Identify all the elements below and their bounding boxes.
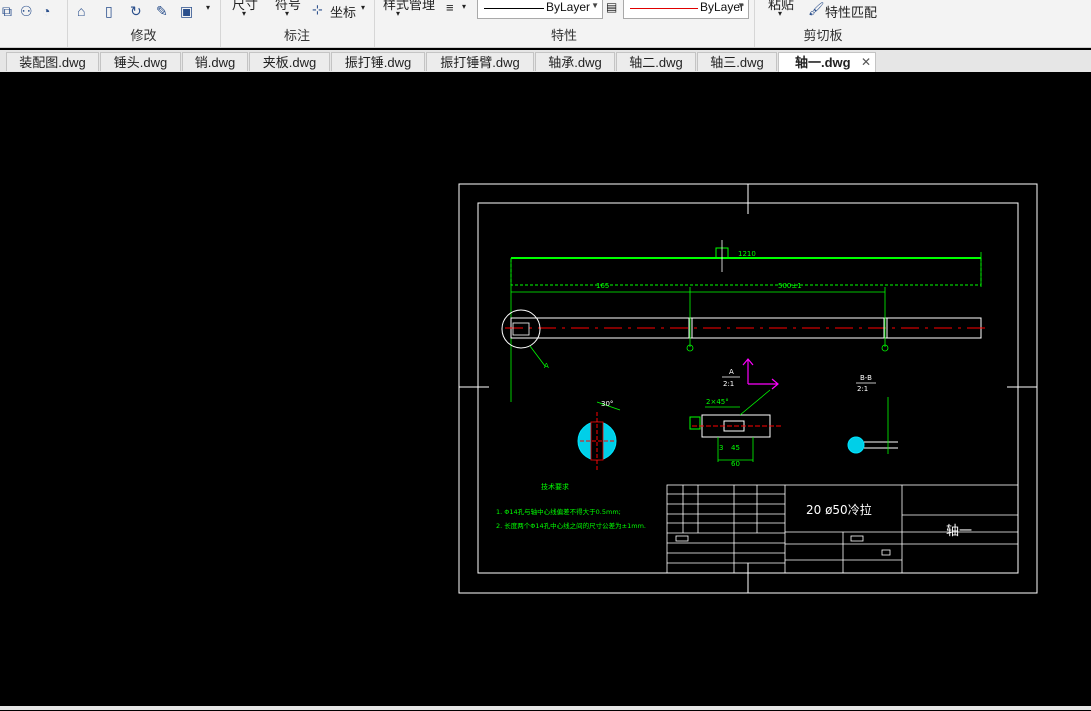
color-dropdown[interactable]: ByLayer ▼: [623, 0, 749, 19]
tab-label: 销.dwg: [194, 55, 236, 70]
tech-req-title: 技术要求: [541, 482, 569, 491]
title-material: 20 ø50冷拉: [806, 502, 872, 517]
detail-circle-a: [501, 309, 541, 349]
chevron-down-icon[interactable]: ▾: [778, 9, 782, 18]
tech-req-2: 2. 长度两个Φ14孔中心线之间的尺寸公差为±1mm.: [496, 521, 646, 530]
match-properties-icon: 🖌: [808, 1, 825, 16]
match-properties-button[interactable]: 特性匹配: [825, 2, 877, 21]
tab-bearing[interactable]: 轴承.dwg: [535, 52, 615, 71]
chevron-down-icon: ▼: [591, 1, 599, 10]
tab-label: 轴一.dwg: [795, 55, 851, 70]
color-preview: [630, 8, 698, 9]
linetype-preview: [484, 8, 544, 9]
tab-pin[interactable]: 销.dwg: [182, 52, 248, 71]
tab-clamp-plate[interactable]: 夹板.dwg: [249, 52, 330, 71]
tab-shaft-three[interactable]: 轴三.dwg: [697, 52, 777, 71]
linetype-value: ByLayer: [546, 0, 591, 14]
dim-right-text: 500±1: [778, 282, 802, 290]
clipboard-group-label: 剪切板: [803, 28, 843, 43]
section-bb-label: B-B: [860, 374, 872, 382]
detail-leader-label: A: [544, 362, 549, 370]
chamfer-leader: [739, 389, 771, 416]
dim-3-text: 3: [719, 444, 723, 452]
detail-hole: [512, 322, 530, 336]
tab-label: 锤头.dwg: [113, 55, 168, 70]
dim-left-text: 165: [596, 282, 609, 290]
chevron-down-icon[interactable]: ▾: [285, 9, 289, 18]
tech-req-1: 1. Φ14孔与轴中心线偏差不得大于0.5mm;: [496, 507, 621, 516]
tab-label: 轴承.dwg: [548, 55, 602, 70]
stretch-icon[interactable]: ⌂: [77, 3, 85, 19]
tab-assembly[interactable]: 装配图.dwg: [6, 52, 99, 71]
tab-label: 轴二.dwg: [629, 55, 683, 70]
chevron-down-icon: ▼: [737, 1, 745, 10]
leader-line: [529, 345, 546, 367]
lineweight-icon[interactable]: ≡: [446, 0, 454, 15]
coordinate-icon: ⊹: [312, 2, 323, 17]
title-part-name: 轴一: [946, 524, 972, 539]
annotation-group-label: 标注: [283, 28, 310, 43]
dim-total-text: 1210: [738, 250, 756, 258]
tab-label: 夹板.dwg: [262, 55, 317, 70]
tab-rapping-hammer-arm[interactable]: 振打锤臂.dwg: [426, 52, 534, 71]
modify-group-label: 修改: [130, 28, 157, 43]
page-icon[interactable]: ▯: [105, 3, 113, 20]
draw-order-icon[interactable]: ▣: [180, 3, 193, 20]
layer-walk-icon[interactable]: ◔: [42, 3, 50, 19]
section-bb-view: B-B 2:1: [847, 374, 898, 454]
detail-a-label: A: [729, 368, 734, 376]
style-manager-button[interactable]: 样式管理: [383, 0, 435, 13]
section-bb-scale: 2:1: [857, 385, 868, 393]
edit-icon[interactable]: ✎: [156, 3, 168, 20]
chevron-down-icon[interactable]: ▾: [206, 3, 210, 12]
detail-thread: [689, 416, 701, 430]
detail-a-scale: 2:1: [723, 380, 734, 388]
tab-label: 振打锤臂.dwg: [440, 55, 520, 70]
close-icon[interactable]: ✕: [861, 53, 871, 72]
chevron-down-icon[interactable]: ▾: [242, 9, 246, 18]
shaft-outline-top: [510, 257, 982, 286]
properties-group-label: 特性: [550, 28, 577, 43]
rotate-icon[interactable]: ↻: [130, 3, 142, 20]
ribbon-group-modify: ⌂ ▯ ↻ ✎ ▣ ▾ 修改: [67, 0, 221, 47]
tab-hammer-head[interactable]: 锤头.dwg: [100, 52, 181, 71]
tab-label: 振打锤.dwg: [344, 55, 412, 70]
angle-text: 30°: [601, 400, 613, 408]
dim-45-text: 45: [731, 444, 740, 452]
ribbon-group-properties: 样式管理 ▾ ≡ ▾ ByLayer ▼ ▤ ByLayer ▼ 特性: [374, 0, 755, 47]
lineweight-list-icon[interactable]: ▤: [606, 0, 617, 14]
linetype-dropdown[interactable]: ByLayer ▼: [477, 0, 603, 19]
ribbon-group-left: ⧉ ⚇ ◔: [0, 0, 68, 47]
drawing-canvas[interactable]: 1210 165 500±1 A 30° A 2:1 60 45 3 2×45°…: [0, 72, 1091, 706]
bb-section-circle: [847, 436, 865, 454]
ribbon-group-annotation: 尺寸 ▾ 符号 ▾ ⊹ 坐标 ▾ 标注: [220, 0, 375, 47]
tab-shaft-two[interactable]: 轴二.dwg: [616, 52, 696, 71]
section-view-round: 30°: [577, 400, 621, 470]
tab-rapping-hammer[interactable]: 振打锤.dwg: [331, 52, 425, 71]
tab-shaft-one[interactable]: 轴一.dwg ✕: [778, 52, 876, 73]
detail-a-view: A 2:1 60 45 3 2×45°: [689, 358, 782, 468]
dim-60-text: 60: [731, 460, 740, 468]
cad-drawing: 1210 165 500±1 A 30° A 2:1 60 45 3 2×45°…: [458, 183, 1038, 594]
chevron-down-icon[interactable]: ▾: [462, 2, 466, 11]
chevron-down-icon[interactable]: ▾: [396, 9, 400, 18]
shaft-main-view: 1210 165 500±1 A: [501, 240, 990, 402]
document-tabbar: 装配图.dwg 锤头.dwg 销.dwg 夹板.dwg 振打锤.dwg 振打锤臂…: [0, 50, 1091, 73]
coordinate-button[interactable]: 坐标: [330, 2, 356, 21]
ribbon: ⧉ ⚇ ◔ ⌂ ▯ ↻ ✎ ▣ ▾ 修改 尺寸 ▾ 符号 ▾ ⊹ 坐标 ▾ 标注…: [0, 0, 1091, 48]
technical-requirements: 技术要求 1. Φ14孔与轴中心线偏差不得大于0.5mm; 2. 长度两个Φ14…: [496, 482, 646, 530]
chamfer-text: 2×45°: [706, 398, 729, 406]
layer-state-icon[interactable]: ⚇: [20, 3, 33, 20]
chevron-down-icon[interactable]: ▾: [361, 3, 365, 12]
layout-tabbar: [0, 706, 1091, 710]
tab-label: 轴三.dwg: [710, 55, 764, 70]
tab-label: 装配图.dwg: [19, 55, 86, 70]
ribbon-group-clipboard: 粘贴 ▾ 🖌 特性匹配 剪切板: [754, 0, 892, 47]
layer-icon[interactable]: ⧉: [2, 3, 12, 20]
